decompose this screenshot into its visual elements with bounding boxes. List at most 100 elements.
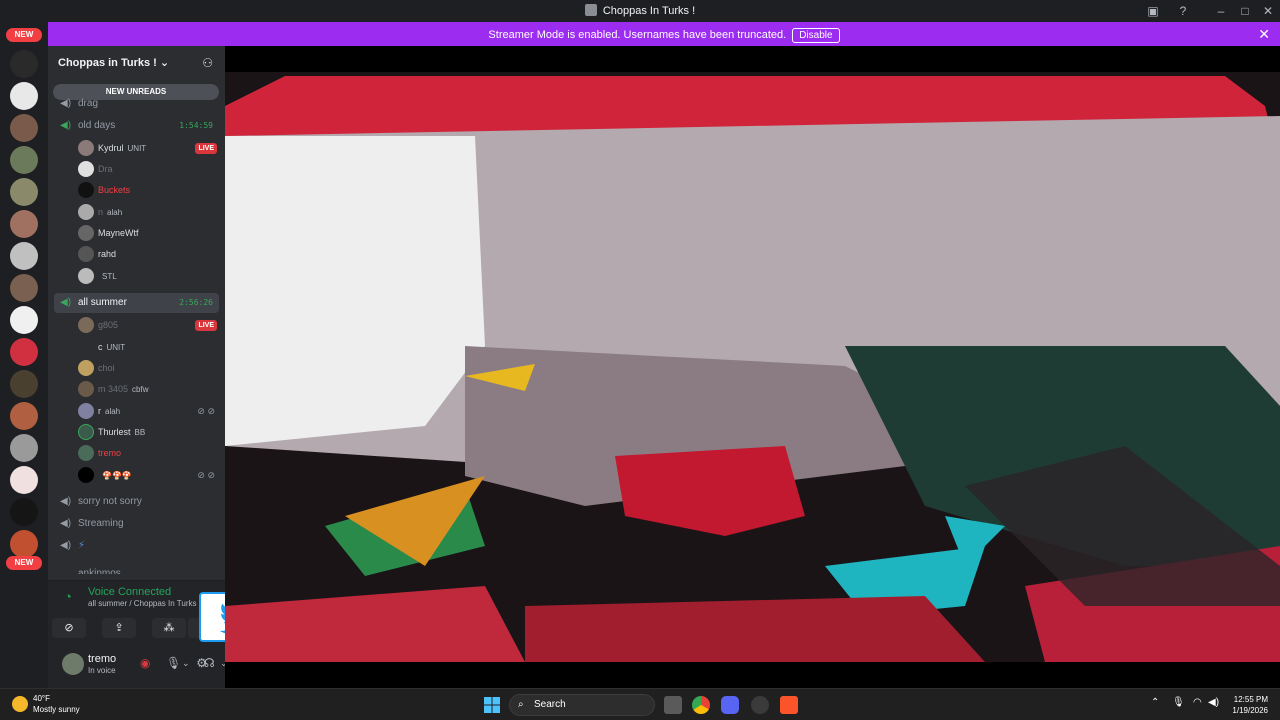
channel-emoji[interactable]: ◀) ⚡ (54, 536, 219, 556)
speaker-icon: ◀) (60, 297, 72, 308)
avatar (78, 360, 94, 376)
user-name: tremo (98, 448, 122, 458)
avatar (78, 182, 94, 198)
voice-user[interactable]: Dra (78, 159, 219, 179)
channel-partial[interactable]: ankinmos (54, 564, 219, 574)
server-icon[interactable] (10, 178, 38, 206)
channel-label: old days (78, 120, 116, 131)
discord-icon[interactable] (721, 696, 739, 714)
channel-streaming[interactable]: ◀) Streaming (54, 514, 219, 534)
user-tag: alah (107, 208, 123, 217)
invite-icon[interactable]: ⚇ (202, 56, 213, 70)
user-tag: UNIT (106, 343, 126, 352)
channel-label: all summer (78, 297, 127, 308)
voice-status[interactable]: Voice Connected (88, 586, 171, 598)
channel-emoji-icon: ⚡ (78, 540, 86, 551)
disable-streamer-mode-button[interactable]: Disable (792, 28, 840, 43)
voice-user[interactable]: STL (78, 266, 219, 286)
volume-icon[interactable]: ◀) (1208, 697, 1219, 708)
voice-user[interactable]: g805 LIVE (78, 315, 219, 335)
microphone-icon[interactable]: 🎙 (166, 656, 181, 670)
server-icon[interactable] (10, 434, 38, 462)
voice-user[interactable]: Thurlest BB (78, 422, 219, 442)
server-icon[interactable] (10, 466, 38, 494)
voice-location[interactable]: all summer / Choppas In Turks ! (88, 599, 201, 608)
user-panel: tremo In voice ◉ 🎙 ⌄ ☊ ⌄ ⚙ (48, 642, 228, 688)
channel-old-days[interactable]: ◀) old days 1:54:59 (54, 116, 219, 136)
deafened-icon: ⊘ ⊘ (197, 406, 215, 416)
user-name: choi (98, 363, 115, 373)
avatar[interactable] (62, 653, 84, 675)
share-screen-button[interactable]: ⇪ (102, 618, 136, 638)
avatar (78, 140, 94, 156)
server-icon[interactable] (10, 114, 38, 142)
avatar (78, 339, 94, 355)
start-button[interactable] (483, 696, 501, 714)
stream-icon[interactable]: ◉ (140, 656, 150, 670)
signal-icon[interactable]: ◔ (64, 589, 72, 604)
stream-view[interactable] (225, 46, 1280, 688)
current-user-name[interactable]: tremo (88, 653, 116, 665)
camera-off-button[interactable]: ⊘ (52, 618, 86, 638)
voice-user[interactable]: r alah ⊘ ⊘ (78, 401, 219, 421)
server-icon[interactable] (10, 274, 38, 302)
activities-button[interactable]: ⁂ (152, 618, 186, 638)
server-icon[interactable] (10, 50, 38, 78)
channel-all-summer[interactable]: ◀) all summer 2:56:26 (54, 293, 219, 313)
close-banner-icon[interactable]: ✕ (1258, 26, 1270, 43)
voice-user[interactable]: 🍄🍄🍄 ⊘ ⊘ (78, 465, 219, 485)
user-name: g805 (98, 320, 119, 330)
window-title: Choppas In Turks ! (0, 4, 1280, 17)
server-header[interactable]: Choppas in Turks ! ⌄ ⚇ (48, 46, 225, 78)
wifi-icon[interactable]: ◠ (1193, 697, 1202, 708)
channel-sorry-not-sorry[interactable]: ◀) sorry not sorry (54, 492, 219, 512)
speaker-icon: ◀) (60, 120, 72, 131)
voice-user[interactable]: tremo (78, 443, 219, 463)
minimize-button[interactable]: – (1210, 2, 1232, 20)
voice-user[interactable]: rahd (78, 244, 219, 264)
chevron-down-icon[interactable]: ⌄ (182, 658, 190, 669)
new-badge[interactable]: NEW (6, 556, 42, 570)
inbox-icon[interactable]: ▣ (1142, 2, 1164, 20)
avatar (78, 246, 94, 262)
stream-video-frame (225, 46, 1280, 688)
search-label: Search (534, 699, 566, 710)
avatar (78, 317, 94, 333)
server-icon[interactable] (10, 338, 38, 366)
voice-user[interactable]: MayneWtf (78, 223, 219, 243)
avatar (78, 445, 94, 461)
voice-user[interactable]: m 3405 cbfw (78, 379, 219, 399)
taskbar-search[interactable]: ⌕ Search (509, 694, 655, 716)
chevron-up-icon[interactable]: ⌃ (1151, 697, 1159, 708)
avatar (78, 467, 94, 483)
help-icon[interactable]: ? (1172, 2, 1194, 20)
server-icon[interactable] (10, 498, 38, 526)
channel-timer: 1:54:59 (179, 121, 213, 130)
new-badge[interactable]: NEW (6, 28, 42, 42)
voice-user[interactable]: c UNIT (78, 337, 219, 357)
close-window-button[interactable]: ✕ (1257, 2, 1279, 20)
server-icon[interactable] (10, 210, 38, 238)
server-icon[interactable] (10, 370, 38, 398)
server-icon[interactable] (10, 306, 38, 334)
voice-user[interactable]: Buckets (78, 180, 219, 200)
server-icon[interactable] (10, 530, 38, 558)
taskbar-clock[interactable]: 12:55 PM 1/19/2026 (1232, 694, 1268, 716)
task-view-icon[interactable] (664, 696, 682, 714)
microphone-icon[interactable]: 🎙 (1172, 697, 1185, 708)
speaker-icon: ◀) (60, 540, 72, 551)
voice-user[interactable]: choi (78, 358, 219, 378)
maximize-button[interactable]: □ (1234, 2, 1256, 20)
voice-user[interactable]: Kydrul UNIT LIVE (78, 138, 219, 158)
server-icon[interactable] (10, 242, 38, 270)
app-icon[interactable] (751, 696, 769, 714)
channel-drag[interactable]: ◀) drag (54, 94, 219, 114)
chrome-icon[interactable] (692, 696, 710, 714)
brave-icon[interactable] (780, 696, 798, 714)
server-icon[interactable] (10, 146, 38, 174)
avatar (78, 268, 94, 284)
gear-icon[interactable]: ⚙ (196, 656, 207, 670)
server-icon[interactable] (10, 402, 38, 430)
voice-user[interactable]: n alah (78, 202, 219, 222)
server-icon[interactable] (10, 82, 38, 110)
